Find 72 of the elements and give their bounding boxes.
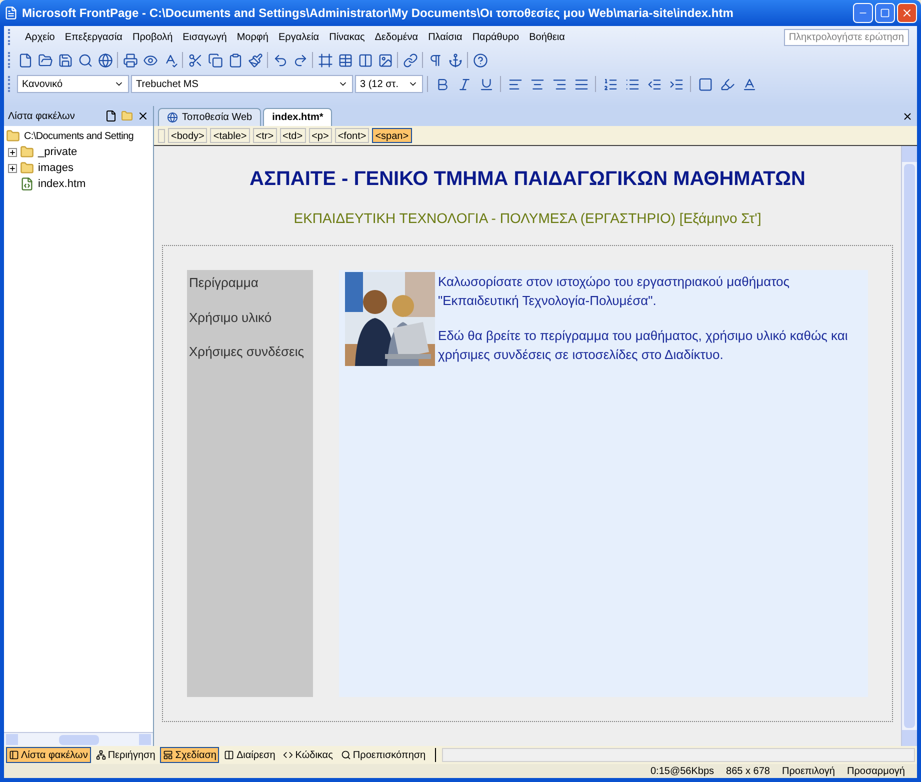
menu-item[interactable]: Πλαίσια	[428, 30, 462, 44]
globe-icon	[167, 112, 178, 123]
view-tab[interactable]: Λίστα φακέλων	[6, 747, 91, 763]
menu-item[interactable]: Επεξεργασία	[64, 30, 122, 44]
status-text: 0:15@56Kbps	[650, 764, 714, 778]
help-search-field[interactable]: Πληκτρολογήστε ερώτηση	[784, 28, 909, 46]
menu-item[interactable]: Μορφή	[236, 30, 268, 44]
columns-icon	[224, 750, 234, 760]
window-title: Microsoft FrontPage - C:\Documents and Settings\Administrator\My Documents\Οι τοποθεσίες μου Web\maria-site\index.htm	[22, 5, 734, 22]
menu-item[interactable]: Βοήθεια	[529, 30, 565, 44]
tree-item[interactable]: _private	[38, 144, 78, 160]
status-text: Προσαρμογή	[847, 764, 905, 778]
tree-item[interactable]: images	[38, 160, 74, 176]
maximize-icon	[880, 8, 890, 18]
font-dropdown[interactable]: Trebuchet MS	[131, 75, 353, 93]
nav-link[interactable]: Περίγραμμα	[189, 273, 311, 292]
view-tab[interactable]: Διαίρεση	[221, 747, 278, 763]
menu-item[interactable]: Εργαλεία	[278, 30, 320, 44]
code-icon	[283, 750, 294, 760]
tag-button[interactable]: <span>	[372, 128, 412, 143]
layout-icon	[163, 750, 174, 760]
size-dropdown[interactable]: 3 (12 στ.	[355, 75, 423, 93]
paragraph: Εδώ θα βρείτε το περίγραμμα του μαθήματος, χρήσιμο υλικό καθώς και χρήσιμες συνδέσεις σε ιστοσελίδες στο Διαδίκτυο.	[438, 327, 849, 364]
minimize-button[interactable]	[853, 3, 873, 23]
close-button[interactable]	[897, 3, 917, 23]
status-text: Προεπιλογή	[782, 764, 835, 778]
view-tab[interactable]: Κώδικας	[280, 747, 336, 763]
paragraph: Καλωσορίσατε στον ιστοχώρο του εργαστηριακού μαθήματος "Εκπαιδευτική Τεχνολογία-Πολυμέσα".	[438, 273, 791, 310]
maximize-button[interactable]	[875, 3, 895, 23]
expand-icon[interactable]	[8, 148, 17, 156]
page-file-icon	[20, 177, 34, 191]
view-tab[interactable]: Προεπισκόπηση	[338, 747, 429, 763]
close-icon[interactable]	[902, 111, 913, 122]
view-tab[interactable]: Περιήγηση	[92, 747, 158, 763]
nav-link[interactable]: Χρήσιμο υλικό	[189, 308, 311, 327]
menu-item[interactable]: Πίνακας	[329, 30, 365, 44]
menu-item[interactable]: Δεδομένα	[374, 30, 418, 44]
close-icon	[901, 7, 913, 19]
close-icon[interactable]	[137, 110, 149, 122]
tag-button[interactable]: <p>	[308, 128, 332, 143]
panel-title: Λίστα φακέλων	[8, 110, 76, 124]
app-icon	[4, 6, 18, 20]
menu-item[interactable]: Αρχείο	[25, 30, 55, 44]
status-text: 865 x 678	[726, 764, 770, 778]
horizontal-scrollbar[interactable]	[4, 732, 153, 746]
menu-item[interactable]: Προβολή	[132, 30, 173, 44]
horizontal-scrollbar[interactable]	[442, 748, 915, 762]
page-subheading: ΕΚΠΑΙΔΕΥΤΙΚΗ ΤΕΧΝΟΛΟΓΙΑ - ΠΟΛΥΜΕΣΑ (ΕΡΓΑΣΤΗΡΙΟ) [Εξάμηνο Στ']	[294, 209, 762, 228]
search-icon	[340, 750, 351, 760]
menu-item[interactable]: Παράθυρο	[472, 30, 520, 44]
tag-button[interactable]: <font>	[334, 128, 370, 143]
document-tab[interactable]: Τοποθεσία Web	[158, 108, 262, 126]
menu-item[interactable]: Εισαγωγή	[182, 30, 227, 44]
new-page-icon[interactable]	[105, 110, 117, 122]
tag-button[interactable]: <table>	[210, 128, 250, 143]
tag-button[interactable]: <td>	[280, 128, 306, 143]
folder-icon	[6, 129, 20, 143]
vertical-scrollbar[interactable]	[901, 146, 917, 746]
folder-icon	[20, 161, 34, 175]
style-dropdown[interactable]: Κανονικό	[17, 75, 129, 93]
panel-icon	[9, 750, 19, 760]
nav-link[interactable]: Χρήσιμες συνδέσεις	[189, 342, 311, 362]
tag-button[interactable]: <body>	[168, 128, 208, 143]
page-heading: ΑΣΠΑΙΤΕ - ΓΕΝΙΚΟ ΤΜΗΜΑ ΠΑΙΔΑΓΩΓΙΚΩΝ ΜΑΘΗΜΑΤΩΝ	[250, 167, 806, 192]
tree-item[interactable]: index.htm	[38, 176, 86, 192]
expand-icon[interactable]	[8, 164, 17, 172]
tag-button[interactable]: <tr>	[252, 128, 277, 143]
view-tab[interactable]: Σχεδίαση	[160, 747, 220, 763]
folder-icon	[20, 145, 34, 159]
tree-item[interactable]: C:\Documents and Setting	[24, 128, 134, 144]
document-tab[interactable]: index.htm*	[263, 108, 332, 126]
network-icon	[96, 750, 106, 760]
